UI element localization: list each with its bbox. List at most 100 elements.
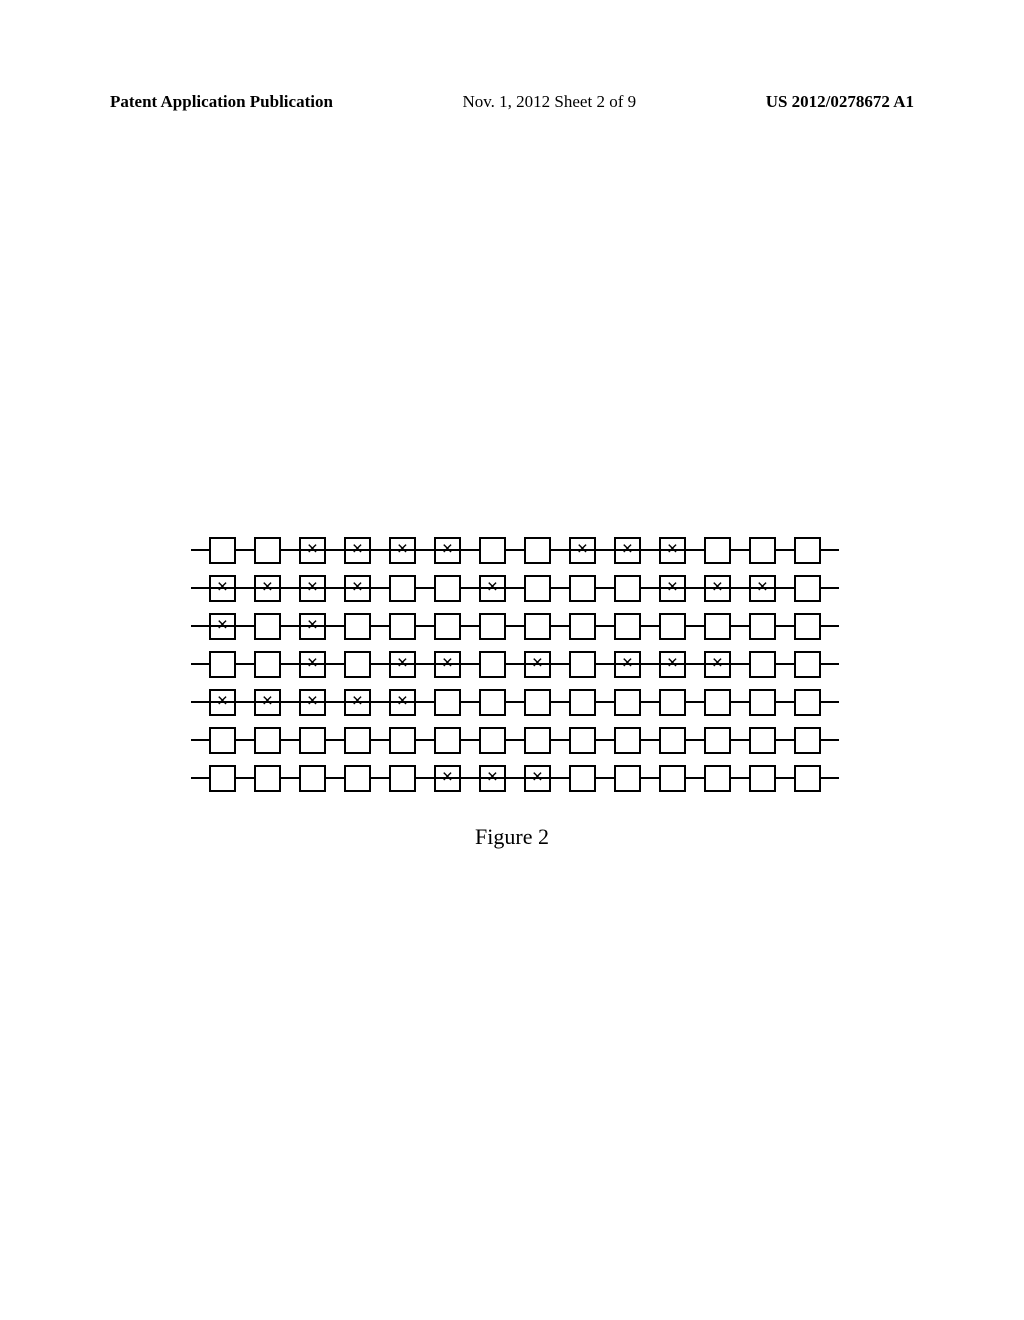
cell-connector	[641, 587, 659, 589]
marked-cell	[614, 651, 641, 678]
cell-connector	[686, 663, 704, 665]
marked-cell	[749, 575, 776, 602]
header-sheet-info: Nov. 1, 2012 Sheet 2 of 9	[463, 92, 637, 112]
empty-cell	[254, 613, 281, 640]
marked-cell	[389, 689, 416, 716]
cell-connector	[236, 549, 254, 551]
empty-cell	[524, 727, 551, 754]
empty-cell	[659, 613, 686, 640]
row-lead-line	[821, 739, 839, 741]
cell-connector	[551, 663, 569, 665]
marked-cell	[389, 651, 416, 678]
marked-cell	[704, 575, 731, 602]
cell-connector	[461, 549, 479, 551]
cell-connector	[686, 549, 704, 551]
cell-connector	[236, 587, 254, 589]
cell-connector	[776, 777, 794, 779]
cell-connector	[641, 739, 659, 741]
empty-cell	[569, 727, 596, 754]
cell-connector	[731, 587, 749, 589]
cell-connector	[326, 701, 344, 703]
cell-connector	[776, 739, 794, 741]
cell-connector	[551, 739, 569, 741]
cell-connector	[686, 701, 704, 703]
marked-cell	[344, 689, 371, 716]
empty-cell	[389, 613, 416, 640]
cell-connector	[551, 549, 569, 551]
cell-connector	[686, 587, 704, 589]
cell-connector	[596, 777, 614, 779]
empty-cell	[524, 537, 551, 564]
empty-cell	[569, 689, 596, 716]
marked-cell	[209, 689, 236, 716]
cell-connector	[416, 587, 434, 589]
cell-connector	[281, 587, 299, 589]
row-lead-line	[821, 663, 839, 665]
empty-cell	[479, 651, 506, 678]
cell-connector	[686, 625, 704, 627]
empty-cell	[479, 613, 506, 640]
row-lead-line	[821, 587, 839, 589]
marked-cell	[254, 575, 281, 602]
cell-connector	[776, 663, 794, 665]
cell-connector	[551, 587, 569, 589]
cell-connector	[596, 587, 614, 589]
cell-connector	[326, 587, 344, 589]
empty-cell	[569, 613, 596, 640]
cell-connector	[731, 701, 749, 703]
empty-cell	[524, 575, 551, 602]
cell-connector	[461, 625, 479, 627]
cell-connector	[506, 777, 524, 779]
empty-cell	[479, 537, 506, 564]
row-lead-line	[191, 701, 209, 703]
marked-cell	[659, 575, 686, 602]
empty-cell	[569, 575, 596, 602]
cell-connector	[416, 777, 434, 779]
empty-cell	[614, 727, 641, 754]
empty-cell	[524, 613, 551, 640]
cell-connector	[776, 701, 794, 703]
cell-connector	[596, 549, 614, 551]
cell-connector	[461, 739, 479, 741]
diagram-row	[191, 610, 851, 642]
cell-connector	[281, 663, 299, 665]
cell-connector	[326, 663, 344, 665]
cell-connector	[641, 549, 659, 551]
cell-connector	[506, 587, 524, 589]
empty-cell	[749, 765, 776, 792]
figure-diagram	[191, 534, 851, 800]
cell-connector	[416, 701, 434, 703]
empty-cell	[659, 689, 686, 716]
cell-connector	[416, 739, 434, 741]
cell-connector	[776, 587, 794, 589]
cell-connector	[506, 701, 524, 703]
marked-cell	[659, 651, 686, 678]
cell-connector	[236, 663, 254, 665]
cell-connector	[326, 777, 344, 779]
marked-cell	[389, 537, 416, 564]
marked-cell	[299, 651, 326, 678]
empty-cell	[794, 613, 821, 640]
marked-cell	[524, 765, 551, 792]
empty-cell	[794, 765, 821, 792]
cell-connector	[371, 739, 389, 741]
cell-connector	[461, 701, 479, 703]
empty-cell	[254, 537, 281, 564]
marked-cell	[614, 537, 641, 564]
page-header: Patent Application Publication Nov. 1, 2…	[0, 92, 1024, 112]
row-lead-line	[821, 777, 839, 779]
cell-connector	[236, 739, 254, 741]
empty-cell	[749, 613, 776, 640]
empty-cell	[479, 727, 506, 754]
empty-cell	[794, 689, 821, 716]
cell-connector	[596, 625, 614, 627]
diagram-row	[191, 534, 851, 566]
empty-cell	[704, 613, 731, 640]
marked-cell	[299, 575, 326, 602]
cell-connector	[776, 625, 794, 627]
header-publication: Patent Application Publication	[110, 92, 333, 112]
empty-cell	[209, 537, 236, 564]
row-lead-line	[191, 549, 209, 551]
empty-cell	[254, 651, 281, 678]
header-doc-number: US 2012/0278672 A1	[766, 92, 914, 112]
